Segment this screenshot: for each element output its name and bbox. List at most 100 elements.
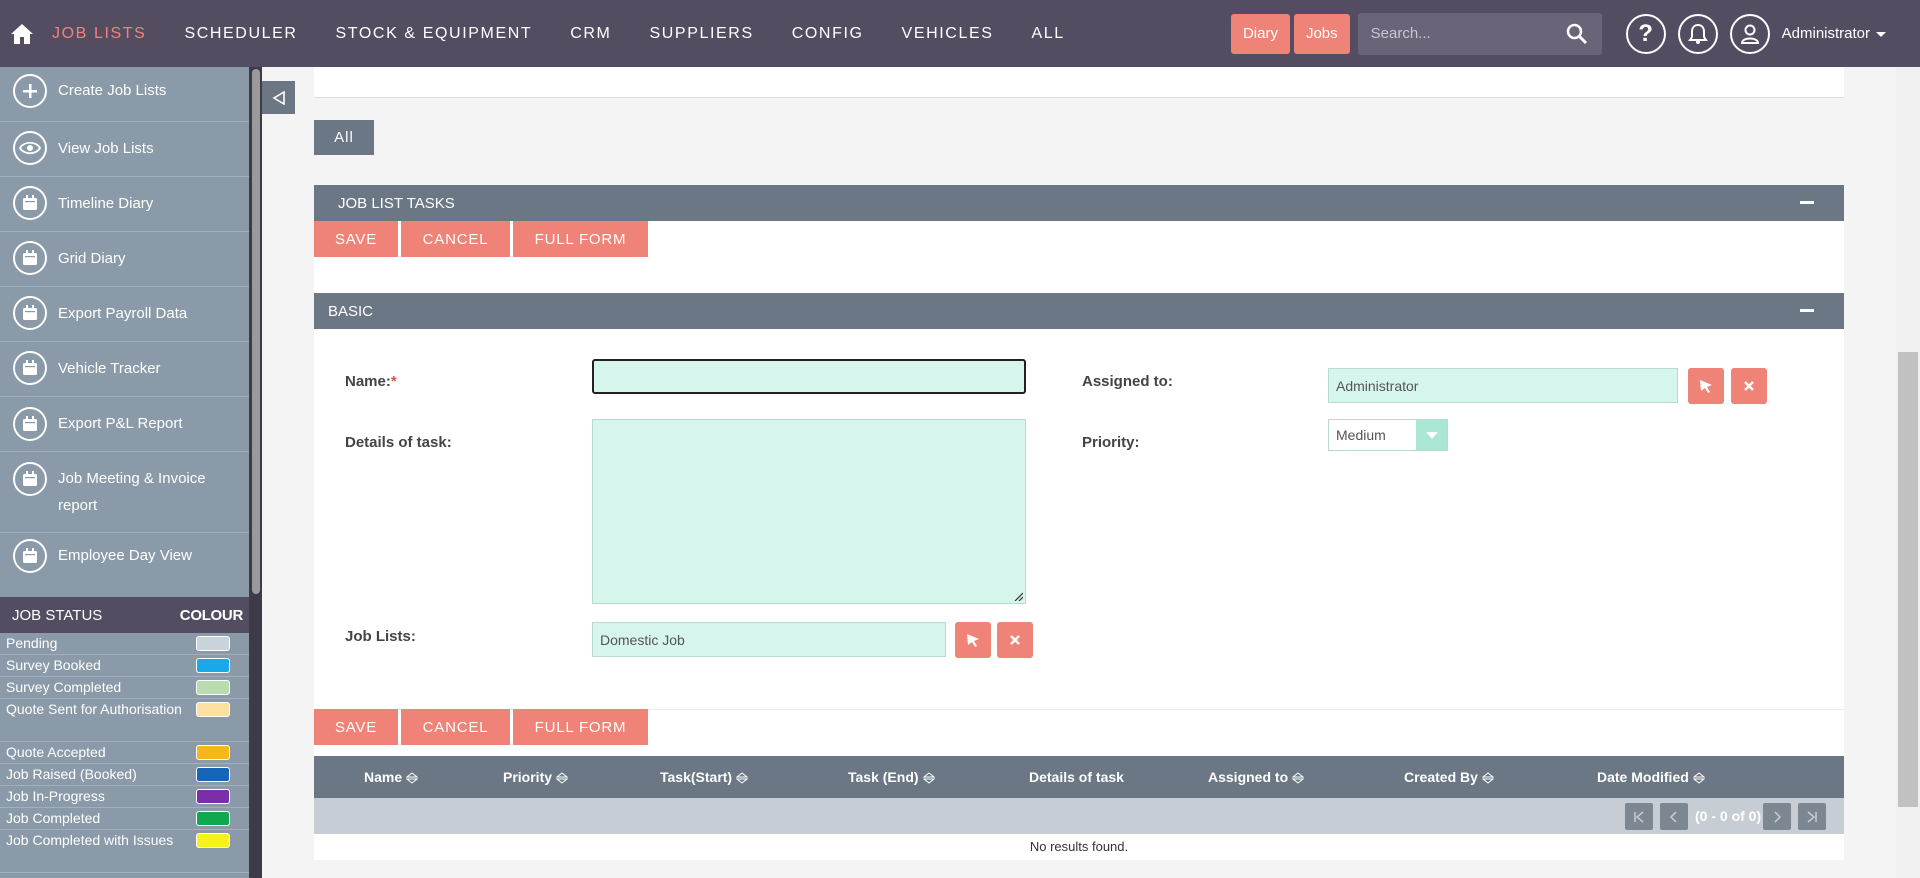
calendar-icon [13,407,47,441]
sidebar-scrollbar-thumb[interactable] [252,69,260,594]
column-header-name[interactable]: Name [364,756,419,798]
status-label: Job Completed [6,810,101,826]
first-page-icon[interactable] [1625,803,1653,830]
nav-item-scheduler[interactable]: SCHEDULER [184,25,297,43]
column-header-assigned-to[interactable]: Assigned to [1208,756,1305,798]
calendar-icon [13,351,47,385]
caret-down-icon [1876,31,1886,37]
job-status-header: JOB STATUS COLOUR [0,597,249,633]
sidebar-item-vehicle-tracker[interactable]: Vehicle Tracker [0,342,249,397]
calendar-icon [13,539,47,573]
minus-icon[interactable] [1800,309,1814,312]
column-header-label: Priority [503,769,553,785]
bell-icon[interactable] [1677,13,1718,54]
priority-label: Priority: [1082,434,1140,451]
sort-icon [1481,772,1494,784]
cancel-button-top[interactable]: CANCEL [401,221,510,257]
sort-icon [1692,772,1705,784]
column-header-label: Date Modified [1597,769,1689,785]
details-textarea[interactable] [592,419,1026,604]
tab-all[interactable]: All [314,120,374,155]
question-icon[interactable]: ? [1625,13,1666,54]
sidebar-item-employee-day-view[interactable]: Employee Day View [0,533,249,597]
calendar-icon [13,462,47,496]
previous-page-icon[interactable] [1660,803,1688,830]
column-header-created-by[interactable]: Created By [1404,756,1494,798]
column-header-date-modified[interactable]: Date Modified [1597,756,1705,798]
minus-icon[interactable] [1800,201,1814,204]
next-page-icon[interactable] [1763,803,1791,830]
select-job-list-button[interactable] [955,622,991,658]
sidebar-item-create-job-lists[interactable]: Create Job Lists [0,67,249,122]
nav-right-tools: Diary Jobs ? Administrator [1230,0,1920,67]
assigned-to-field[interactable]: Administrator [1328,368,1678,403]
calendar-icon [13,241,47,275]
status-label: Pending [6,635,58,651]
job-list-tasks-header[interactable]: JOB LIST TASKS [314,185,1844,221]
full-form-button-top[interactable]: FULL FORM [513,221,648,257]
search-icon[interactable] [1566,23,1588,50]
nav-item-suppliers[interactable]: SUPPLIERS [650,25,754,43]
status-colour-swatch [196,745,230,760]
details-label: Details of task: [345,434,452,451]
chevron-down-icon[interactable] [1416,420,1447,450]
full-form-button-bottom[interactable]: FULL FORM [513,709,648,745]
column-header-details: Details of task [1029,769,1124,785]
column-header-task-end[interactable]: Task (End) [848,756,935,798]
priority-select[interactable]: Medium [1328,419,1448,451]
column-header-task-start[interactable]: Task(Start) [660,756,749,798]
status-row-job-raised: Job Raised (Booked) [0,764,249,786]
sidebar-item-timeline-diary[interactable]: Timeline Diary [0,177,249,232]
page-scrollbar-thumb[interactable] [1898,352,1918,807]
main-content: All JOB LIST TASKS SAVE CANCEL FULL FORM… [262,67,1896,878]
cursor-arrow-icon [1700,380,1712,393]
home-icon[interactable] [2,0,42,67]
nav-item-stock-equipment[interactable]: STOCK & EQUIPMENT [336,25,533,43]
clear-assigned-user-button[interactable] [1731,368,1767,404]
sidebar-item-label: Employee Day View [58,547,192,564]
nav-item-job-lists[interactable]: JOB LISTS [52,25,146,43]
nav-item-all[interactable]: ALL [1032,25,1065,43]
sidebar-item-export-pl-report[interactable]: Export P&L Report [0,397,249,452]
job-lists-field[interactable]: Domestic Job [592,622,946,657]
status-label: Survey Booked [6,657,101,673]
sidebar-item-grid-diary[interactable]: Grid Diary [0,232,249,287]
panel-title: JOB LIST TASKS [338,194,455,212]
colour-title: COLOUR [179,606,244,624]
column-header-priority[interactable]: Priority [503,756,569,798]
last-page-icon[interactable] [1798,803,1826,830]
save-button-bottom[interactable]: SAVE [314,709,398,745]
status-colour-swatch [196,658,230,673]
select-assigned-user-button[interactable] [1688,368,1724,404]
status-row-job-completed: Job Completed [0,808,249,830]
sidebar-item-view-job-lists[interactable]: View Job Lists [0,122,249,177]
jobs-button[interactable]: Jobs [1293,13,1350,54]
name-input[interactable] [592,359,1026,394]
status-label: Quote Sent for Authorisation [6,701,182,717]
sidebar-item-export-payroll-data[interactable]: Export Payroll Data [0,287,249,342]
user-avatar-icon[interactable] [1729,13,1770,54]
assigned-to-label: Assigned to: [1082,373,1173,390]
user-menu[interactable]: Administrator [1782,25,1886,42]
job-status-title: JOB STATUS [12,606,103,624]
status-row-job-completed-with-issues: Job Completed with Issues [0,830,249,873]
nav-item-vehicles[interactable]: VEHICLES [902,25,994,43]
sort-icon [1292,772,1305,784]
panel-title: BASIC [328,302,374,320]
sidebar-item-job-meeting-invoice-report[interactable]: Job Meeting & Invoice report [0,452,249,533]
clear-job-list-button[interactable] [997,622,1033,658]
sidebar-menu: Create Job Lists View Job Lists Timeline… [0,67,249,597]
status-row-quote-accepted: Quote Accepted [0,742,249,764]
cancel-button-bottom[interactable]: CANCEL [401,709,510,745]
save-button-top[interactable]: SAVE [314,221,398,257]
nav-item-crm[interactable]: CRM [570,25,611,43]
sort-icon [556,772,569,784]
diary-button[interactable]: Diary [1230,13,1290,54]
nav-item-config[interactable]: CONFIG [792,25,864,43]
status-row-pending: Pending [0,633,249,655]
sidebar-item-label: Export P&L Report [58,415,183,432]
status-row-quote-sent: Quote Sent for Authorisation [0,699,249,742]
basic-panel-header[interactable]: BASIC [314,293,1844,329]
plus-icon [13,74,47,108]
close-icon [1744,381,1754,391]
